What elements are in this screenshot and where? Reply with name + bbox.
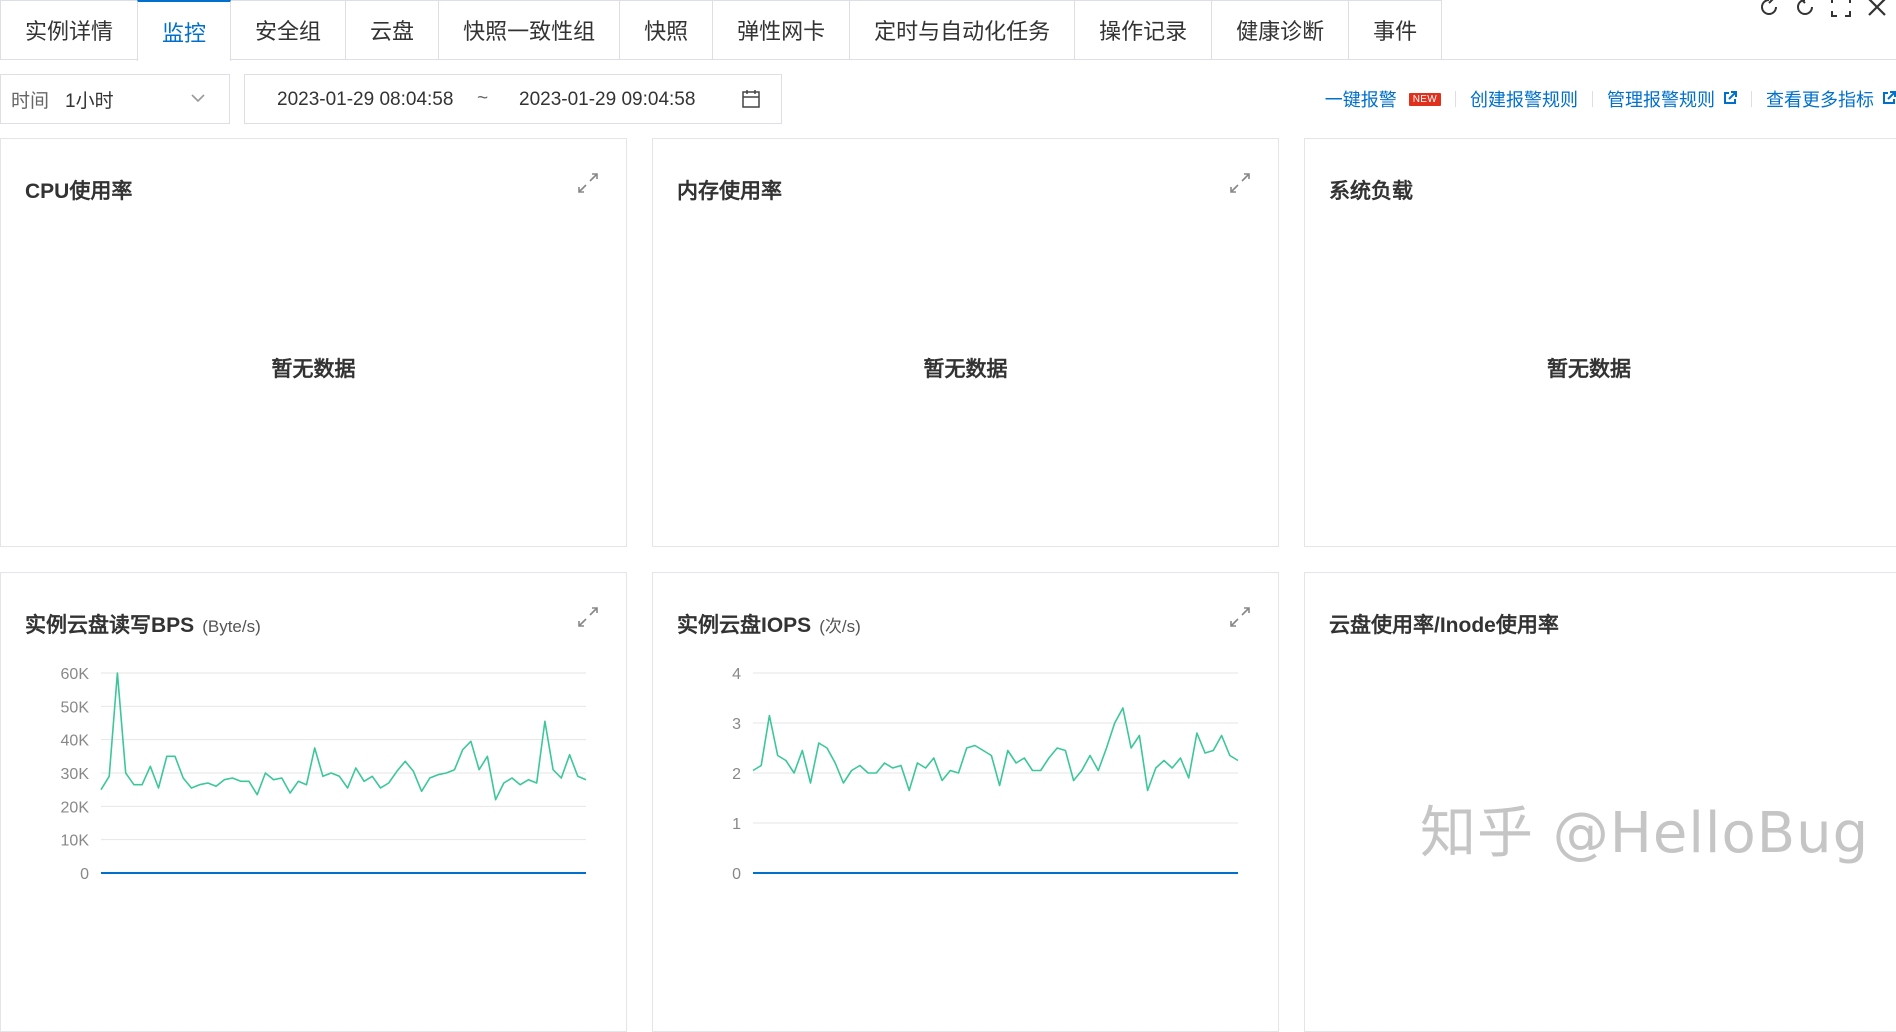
tab-item[interactable]: 定时与自动化任务 (849, 0, 1076, 59)
y-tick-label: 10K (61, 833, 90, 850)
calendar-icon[interactable] (741, 88, 761, 116)
y-tick-label: 3 (732, 716, 741, 733)
disk-bps-card: 实例云盘读写BPS (Byte/s) 0 10K 20K 30K 40K 50K 60K (0, 572, 627, 1032)
alarm-actions: 一键报警 NEW 创建报警规则 管理报警规则 查看更多指标 (1325, 86, 1896, 112)
y-tick-label: 30K (61, 766, 90, 783)
more-metrics-link[interactable]: 查看更多指标 (1766, 86, 1896, 112)
series-line (752, 707, 1239, 792)
y-tick-label: 0 (732, 866, 741, 883)
card-title: 内存使用率 (677, 180, 782, 203)
card-title: 云盘使用率/Inode使用率 (1329, 614, 1559, 637)
external-link-icon (1723, 89, 1737, 110)
time-label: 时间 (11, 90, 50, 112)
tab-item[interactable]: 弹性网卡 (712, 0, 851, 59)
time-period-select[interactable]: 时间 1小时 (0, 74, 230, 124)
tab-item[interactable]: 快照一致性组 (438, 0, 621, 59)
time-period-value: 1小时 (65, 90, 114, 112)
more-metrics-label: 查看更多指标 (1766, 90, 1874, 110)
card-title: 系统负载 (1329, 180, 1413, 203)
tab-item[interactable]: 实例详情 (0, 0, 139, 59)
memory-usage-card: 内存使用率 暂无数据 (652, 138, 1279, 547)
divider (1592, 91, 1593, 107)
watermark: 知乎 @HelloBug (1420, 801, 1870, 866)
tab-item[interactable]: 安全组 (230, 0, 347, 59)
manage-alarm-rule-link[interactable]: 管理报警规则 (1607, 86, 1737, 112)
y-tick-label: 60K (61, 666, 90, 683)
empty-state: 暂无数据 (1547, 358, 1631, 381)
tab-item[interactable]: 操作记录 (1074, 0, 1213, 59)
tab-item[interactable]: 事件 (1348, 0, 1443, 59)
cpu-usage-card: CPU使用率 暂无数据 (0, 138, 627, 547)
y-tick-label: 1 (732, 816, 741, 833)
date-range-picker[interactable]: 2023-01-29 08:04:58 ~ 2023-01-29 09:04:5… (244, 74, 782, 124)
detail-tab-bar: 实例详情 监控 安全组 云盘 快照一致性组 快照 弹性网卡 定时与自动化任务 操作记录 健康诊断事… (0, 0, 1896, 61)
empty-state: 暂无数据 (271, 358, 356, 381)
fullscreen-icon[interactable] (1830, 0, 1852, 18)
disk-iops-card: 实例云盘IOPS (次/s) 01234 (652, 572, 1279, 1032)
expand-icon[interactable] (576, 171, 600, 200)
range-end[interactable]: 2023-01-29 09:04:58 (519, 89, 695, 111)
system-load-card: 系统负载 暂无数据 (1304, 138, 1896, 547)
y-tick-label: 4 (732, 666, 741, 683)
series-line (100, 672, 587, 801)
one-click-alarm-label: 一键报警 (1324, 90, 1397, 110)
tab-item[interactable]: 健康诊断 (1211, 0, 1350, 59)
window-controls (1758, 0, 1888, 18)
y-tick-label: 0 (80, 866, 89, 883)
range-separator: ~ (477, 88, 489, 109)
bps-line-chart: 0 10K 20K 30K 40K 50K 60K (61, 666, 587, 883)
y-tick-label: 20K (61, 799, 90, 816)
divider (1751, 91, 1752, 107)
empty-state: 暂无数据 (923, 358, 1008, 381)
y-tick-label: 50K (61, 699, 90, 716)
iops-line-chart: 0 1 2 3 4 (732, 666, 1239, 883)
chevron-down-icon (189, 87, 207, 115)
range-start[interactable]: 2023-01-29 08:04:58 (277, 89, 453, 111)
tab-list: 实例详情 监控 安全组 云盘 快照一致性组 快照 弹性网卡 定时与自动化任务 操作记录 健康诊断事… (0, 0, 1443, 61)
divider (1455, 91, 1456, 107)
y-tick-label: 2 (732, 766, 741, 783)
create-alarm-rule-link[interactable]: 创建报警规则 (1470, 86, 1578, 112)
new-badge: NEW (1408, 92, 1441, 106)
one-click-alarm-link[interactable]: 一键报警 NEW (1325, 86, 1441, 112)
card-title: CPU使用率 (25, 180, 133, 203)
tab-item[interactable]: 监控 (137, 0, 232, 61)
reload-icon[interactable] (1794, 0, 1816, 18)
y-tick-label: 40K (61, 733, 90, 750)
tab-item[interactable]: 云盘 (345, 0, 440, 59)
manage-alarm-rule-label: 管理报警规则 (1607, 90, 1715, 110)
tab-item[interactable]: 快照 (619, 0, 714, 59)
external-link-icon (1882, 89, 1896, 110)
expand-icon[interactable] (1228, 171, 1252, 200)
refresh-icon[interactable] (1758, 0, 1780, 18)
close-icon[interactable] (1866, 0, 1888, 18)
